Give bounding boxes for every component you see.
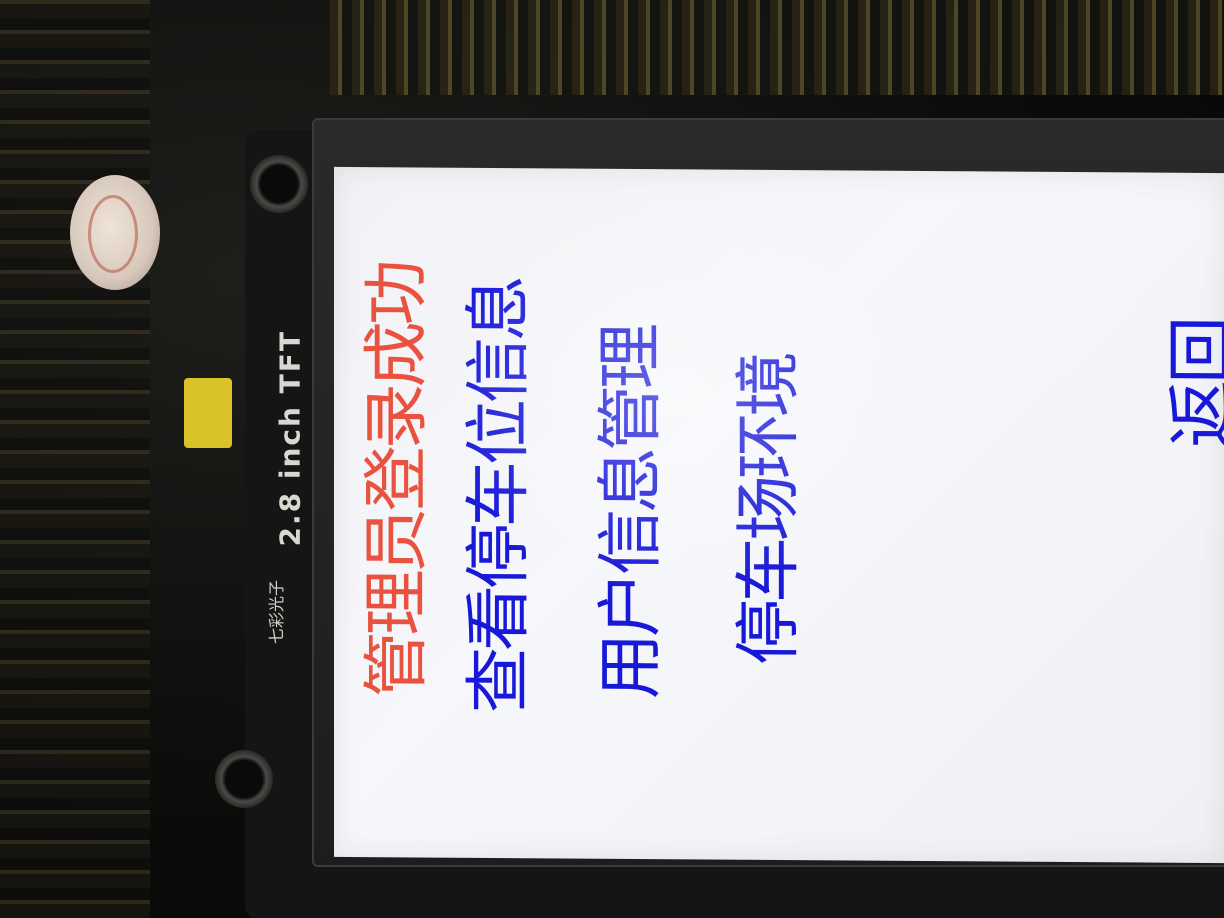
silkscreen-brand: 七彩光子 (267, 580, 286, 645)
buzzer-label-mark (88, 195, 138, 273)
e3-badge (184, 378, 232, 448)
back-button[interactable]: 返回 (1146, 320, 1224, 449)
top-screw-hole-icon (250, 155, 308, 213)
bottom-screw-hole-icon (215, 750, 273, 808)
pcb-header-pins (330, 0, 1224, 95)
menu-item-parking-environment[interactable]: 停车场环境 (730, 355, 807, 666)
lcd-screen: 管理员登录成功 查看停车位信息 用户信息管理 停车场环境 返回 (334, 166, 1224, 864)
menu-item-view-parking-spaces[interactable]: 查看停车位信息 (460, 279, 537, 714)
silkscreen-label: 2.8 inch TFT (273, 330, 307, 547)
photo-stage: 2.8 inch TFT 七彩光子 管理员登录成功 查看停车位信息 用户信息管理… (0, 0, 1224, 918)
menu-item-user-info-management[interactable]: 用户信息管理 (592, 327, 669, 700)
pcb-left-pins (0, 0, 150, 918)
login-success-title: 管理员登录成功 (358, 263, 435, 698)
lcd-content: 管理员登录成功 查看停车位信息 用户信息管理 停车场环境 返回 (334, 167, 1224, 863)
